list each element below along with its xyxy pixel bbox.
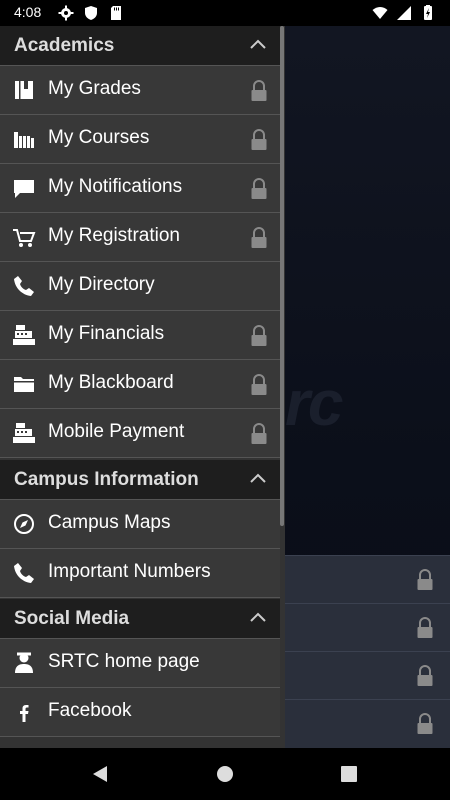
menu-item-my-courses[interactable]: My Courses: [0, 115, 280, 164]
status-left-icons: [58, 5, 124, 21]
chevron-up-icon: [250, 473, 266, 483]
chevron-up-icon: [250, 612, 266, 622]
menu-item-my-directory[interactable]: My Directory: [0, 262, 280, 311]
menu-item-label: Campus Maps: [48, 512, 171, 533]
battery-charging-icon: [424, 5, 432, 20]
lock-icon: [251, 325, 267, 346]
cart-icon: [13, 229, 36, 247]
lock-icon: [417, 665, 433, 686]
menu-item-label: My Blackboard: [48, 372, 174, 393]
menu-item-label: SRTC home page: [48, 651, 200, 672]
status-bar: 4:08: [0, 0, 450, 26]
lock-icon: [251, 80, 267, 101]
lock-icon: [251, 178, 267, 199]
section-title: Campus Information: [14, 469, 199, 490]
background-logo: rc: [285, 367, 343, 439]
system-nav-bar: [0, 748, 450, 800]
wifi-icon: [372, 7, 388, 19]
lock-icon: [251, 227, 267, 248]
lock-icon: [417, 617, 433, 638]
folder-icon: [14, 377, 34, 392]
gear-icon: [58, 5, 74, 21]
menu-item-label: Mobile Payment: [48, 421, 185, 442]
section-header-campus-information[interactable]: Campus Information: [0, 460, 280, 500]
menu-item-mobile-payment[interactable]: Mobile Payment: [0, 409, 280, 458]
menu-item-label: My Directory: [48, 274, 155, 295]
background-screen: rc: [285, 26, 450, 748]
background-row[interactable]: [285, 555, 450, 604]
menu-item-important-numbers[interactable]: Important Numbers: [0, 549, 280, 598]
cash-register-icon: [13, 423, 35, 443]
sd-card-icon: [111, 6, 121, 20]
menu-item-my-notifications[interactable]: My Notifications: [0, 164, 280, 213]
book-icon: [15, 81, 33, 99]
status-right-icons: [372, 5, 436, 21]
menu-item-my-grades[interactable]: My Grades: [0, 66, 280, 115]
menu-item-my-financials[interactable]: My Financials: [0, 311, 280, 360]
background-row[interactable]: [285, 699, 450, 748]
person-icon: [15, 652, 33, 673]
menu-item-my-blackboard[interactable]: My Blackboard: [0, 360, 280, 409]
cash-register-icon: [13, 325, 35, 345]
phone-icon: [14, 563, 34, 583]
menu-item-srtc-home-page[interactable]: SRTC home page: [0, 639, 280, 688]
menu-item-label: My Grades: [48, 78, 141, 99]
facebook-icon: [20, 705, 29, 722]
menu-item-label: My Financials: [48, 323, 165, 344]
menu-item-label: My Notifications: [48, 176, 183, 197]
lock-icon: [251, 129, 267, 150]
lock-icon: [251, 423, 267, 444]
menu-item-campus-maps[interactable]: Campus Maps: [0, 500, 280, 549]
home-icon[interactable]: [215, 764, 235, 784]
menu-item-facebook[interactable]: Facebook: [0, 688, 280, 737]
lock-icon: [417, 569, 433, 590]
menu-item-my-registration[interactable]: My Registration: [0, 213, 280, 262]
chat-bubble-icon: [14, 180, 34, 198]
recents-icon[interactable]: [340, 765, 358, 783]
shield-icon: [85, 6, 97, 20]
phone-icon: [14, 276, 34, 296]
background-row[interactable]: [285, 651, 450, 700]
section-title: Social Media: [14, 608, 130, 629]
books-icon: [14, 132, 34, 148]
lock-icon: [417, 713, 433, 734]
status-time: 4:08: [14, 4, 42, 20]
chevron-up-icon: [250, 39, 266, 49]
drawer-scrollbar[interactable]: [280, 26, 284, 526]
menu-item-label: Facebook: [48, 700, 132, 721]
menu-item-label: Important Numbers: [48, 561, 211, 582]
back-icon[interactable]: [90, 764, 110, 784]
section-header-social-media[interactable]: Social Media: [0, 599, 280, 639]
lock-icon: [251, 374, 267, 395]
menu-item-label: My Registration: [48, 225, 180, 246]
navigation-drawer: Academics My Grades My Courses My Notifi…: [0, 26, 285, 748]
menu-item-label: My Courses: [48, 127, 150, 148]
section-header-academics[interactable]: Academics: [0, 26, 280, 66]
background-row[interactable]: [285, 603, 450, 652]
compass-icon: [14, 514, 34, 534]
signal-icon: [397, 6, 411, 20]
section-title: Academics: [14, 35, 115, 56]
